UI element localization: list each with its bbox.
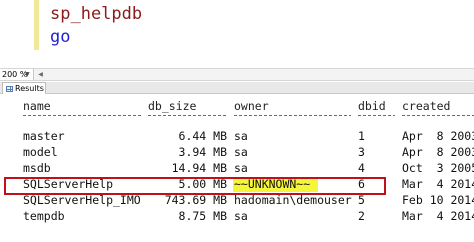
grid-icon [6, 86, 13, 92]
separator-db-size [148, 115, 227, 116]
cell-dbid[interactable]: 2 [358, 209, 365, 223]
cell-db-size[interactable]: 14.94 MB [148, 161, 227, 175]
cell-dbid[interactable]: 5 [358, 193, 365, 207]
cell-owner[interactable]: sa [234, 129, 248, 143]
cell-db-size[interactable]: 5.00 MB [148, 177, 227, 191]
code-line-go[interactable]: go [50, 26, 70, 48]
cell-db-size[interactable]: 743.69 MB [148, 193, 227, 207]
cell-created[interactable]: Mar 4 2014 [402, 209, 474, 223]
bottom-fade [0, 232, 474, 242]
change-indicator-bar [34, 0, 39, 50]
column-header-db-size: db_size [148, 99, 197, 113]
separator-name [23, 115, 141, 116]
cell-name[interactable]: msdb [23, 161, 51, 175]
scroll-left-icon[interactable]: ◀ [36, 70, 45, 79]
column-header-created: created [402, 99, 451, 113]
cell-owner[interactable]: sa [234, 145, 248, 159]
zoom-scroll-strip: 200 % ▼ ◀ [0, 68, 474, 81]
cell-db-size[interactable]: 8.75 MB [148, 209, 227, 223]
cell-name[interactable]: model [23, 145, 58, 159]
cell-owner[interactable]: hadomain\demouser [234, 193, 352, 207]
column-header-owner: owner [234, 99, 269, 113]
editor-margin [0, 0, 33, 68]
cell-owner[interactable]: sa [234, 209, 248, 223]
query-editor[interactable]: sp_helpdb go [0, 0, 474, 68]
cell-name[interactable]: tempdb [23, 209, 65, 223]
cell-created[interactable]: Feb 10 2014 [402, 193, 474, 207]
separator-dbid [358, 115, 395, 116]
cell-created[interactable]: Apr 8 2003 [402, 145, 474, 159]
code-line-sp-helpdb[interactable]: sp_helpdb [50, 3, 142, 25]
separator-created [402, 115, 474, 116]
results-tab-bar: Results [0, 82, 474, 94]
cell-owner[interactable]: sa [234, 161, 248, 175]
cell-dbid[interactable]: 6 [358, 177, 365, 191]
cell-name[interactable]: SQLServerHelp [23, 177, 113, 191]
zoom-level: 200 % [2, 70, 28, 79]
chevron-down-icon[interactable]: ▼ [25, 69, 30, 80]
cell-created[interactable]: Mar 4 2014 [402, 177, 474, 191]
cell-created[interactable]: Oct 3 2005 [402, 161, 474, 175]
tab-results[interactable]: Results [2, 82, 46, 94]
results-pane: name db_size owner dbid created master 6.… [0, 95, 474, 242]
column-header-dbid: dbid [358, 99, 386, 113]
cell-db-size[interactable]: 3.94 MB [148, 145, 227, 159]
cell-owner[interactable]: ~~UNKNOWN~~ [234, 177, 310, 191]
separator-owner [234, 115, 351, 116]
cell-dbid[interactable]: 4 [358, 161, 365, 175]
zoom-select[interactable]: 200 % ▼ [0, 69, 34, 80]
column-header-name: name [23, 99, 51, 113]
cell-dbid[interactable]: 1 [358, 129, 365, 143]
cell-name[interactable]: SQLServerHelp_IMO [23, 193, 141, 207]
cell-name[interactable]: master [23, 129, 65, 143]
tab-results-label: Results [15, 84, 44, 93]
cell-dbid[interactable]: 3 [358, 145, 365, 159]
cell-db-size[interactable]: 6.44 MB [148, 129, 227, 143]
cell-created[interactable]: Apr 8 2003 [402, 129, 474, 143]
